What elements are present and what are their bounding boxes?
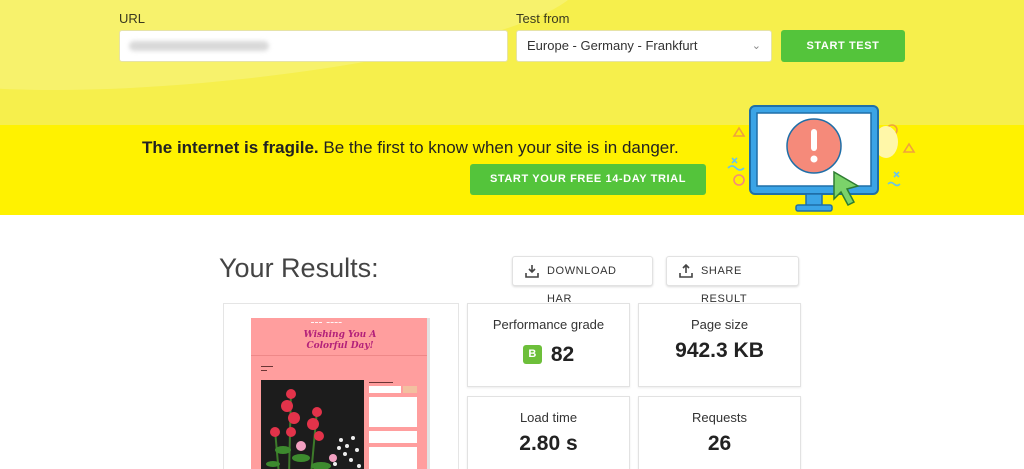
preview-search [369,386,417,393]
preview-widget-3 [369,447,417,469]
monitor-alert-icon [727,105,916,212]
start-test-button[interactable]: START TEST [781,30,905,62]
performance-grade-value-row: B 82 [468,339,629,367]
promo-headline: The internet is fragile. Be the first to… [142,138,679,158]
preview-widget-2 [369,431,417,443]
requests-value: 26 [707,432,732,455]
chevron-down-icon: ⌄ [751,40,761,52]
download-har-label: DOWNLOAD HAR [547,265,617,305]
performance-grade-card: Performance grade B 82 [467,303,630,387]
download-icon [525,265,539,278]
preview-scrollbar [427,318,430,469]
flower-image [261,380,364,469]
share-icon [679,264,693,278]
preview-sidebar-label: ▬▬▬▬▬▬▬▬ [369,380,393,384]
promo-headline-bold: The internet is fragile. [142,138,319,157]
performance-grade: B 82 [522,342,575,367]
preview-widget-1 [369,397,417,427]
page-size-value: 942.3 KB [675,339,764,362]
preview-flower-photo [261,380,364,469]
preview-title-line-1: Wishing You A [303,330,377,340]
preview-title-line-2: Colorful Day! [306,341,374,351]
share-result-button[interactable]: SHARE RESULT [666,256,799,305]
test-location-select[interactable]: Europe - Germany - Frankfurt ⌄ [516,30,772,62]
page-size-label: Page size [690,317,749,332]
requests-card: Requests 26 [638,396,801,469]
share-result-label: SHARE RESULT [701,265,748,305]
preview-breadcrumb: ▬▬▬▬ ▬▬ [261,364,273,372]
promo-headline-rest: Be the first to know when your site is i… [318,138,679,157]
page-screenshot-thumbnail: ▬▬▬ ▬▬▬▬ Wishing You A Colorful Day! ▬▬▬… [251,318,429,469]
load-time-card: Load time 2.80 s [467,396,630,469]
preview-sidebar: ▬▬▬▬▬▬▬▬ [369,380,417,469]
load-time-label: Load time [519,410,578,425]
performance-score: 82 [550,342,575,366]
results-title: Your Results: [219,253,379,283]
preview-site-title: Wishing You A Colorful Day! [251,330,429,352]
requests-label: Requests [692,410,747,425]
load-time-value: 2.80 s [519,432,578,455]
preview-divider [251,355,429,356]
test-location-value: Europe - Germany - Frankfurt [527,38,698,53]
start-free-trial-button[interactable]: START YOUR FREE 14-DAY TRIAL [470,164,706,195]
grade-badge: B [522,345,542,364]
url-label: URL [119,11,146,26]
page-size-card: Page size 942.3 KB [638,303,801,387]
preview-nav: ▬▬▬ ▬▬▬▬ [311,320,343,324]
performance-grade-label: Performance grade [492,317,605,332]
test-from-label: Test from [516,11,570,26]
download-har-button[interactable]: DOWNLOAD HAR [512,256,653,305]
url-redacted-value [129,41,269,51]
